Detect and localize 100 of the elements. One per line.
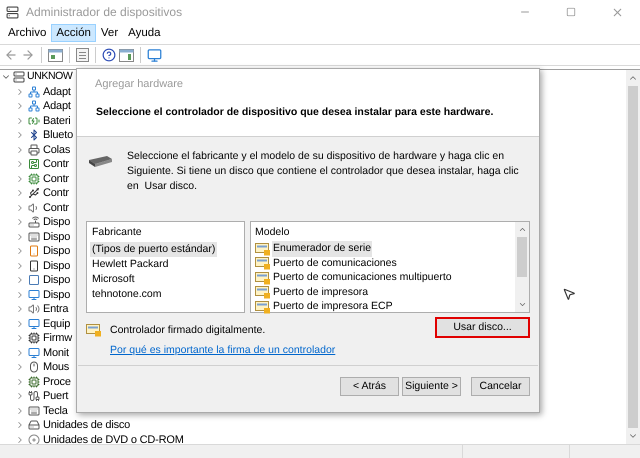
hard-drive-icon	[28, 419, 40, 432]
tree-item[interactable]: Bateri	[43, 112, 71, 129]
list-item[interactable]: Puerto de impresora ECP	[272, 299, 394, 316]
chip-icon	[28, 332, 40, 344]
scroll-thumb[interactable]	[628, 86, 638, 428]
wizard-button[interactable]: < Atrás	[340, 377, 399, 396]
keyboard-icon	[28, 230, 40, 243]
cursor-icon	[562, 287, 576, 301]
usb-icon	[28, 187, 40, 200]
properties-icon[interactable]	[76, 48, 89, 62]
phone-icon	[28, 260, 40, 272]
dialog-heading: Seleccione el controlador de dispositivo que desea instalar para este hardware.	[95, 104, 494, 120]
list-item[interactable]: Puerto de impresora	[272, 284, 370, 301]
tree-item[interactable]: Dispo	[43, 272, 70, 288]
menu-item[interactable]: Ayuda	[123, 24, 166, 42]
dialog-title: Agregar hardware	[95, 77, 184, 92]
tree-item[interactable]: Unidades de disco	[43, 417, 130, 434]
forward-icon[interactable]	[21, 48, 35, 62]
list-item[interactable]: Hewlett Packard	[90, 257, 170, 272]
port-icon	[255, 300, 271, 314]
instructions-text: Seleccione el fabricante y el modelo de su dispositivo de hardware y haga clic en Siguiente. Si tiene un disco que contiene el controlador que desea instalar, haga clic en Usar disco.	[127, 149, 520, 194]
model-list[interactable]: Modelo Enumerador de serie Puerto de comunicaciones Puerto de comunicaciones multipuerto Puerto de impresora Puerto de impresora ECP	[250, 221, 530, 313]
port-icon	[255, 257, 271, 270]
tree-item[interactable]: Dispo	[43, 286, 70, 303]
list-item[interactable]: Puerto de comunicaciones	[272, 256, 398, 272]
monitor-icon	[28, 318, 40, 330]
device-icon	[28, 216, 40, 228]
monitor-icon	[28, 288, 40, 301]
disk-drive-icon	[87, 154, 113, 168]
tree-item[interactable]: Proce	[43, 374, 71, 390]
window-title: Administrador de dispositivos	[26, 4, 182, 21]
list-item[interactable]: Enumerador de serie	[272, 241, 372, 258]
wizard-button[interactable]: Siguiente >	[402, 377, 461, 396]
list-item[interactable]: Microsoft	[90, 272, 137, 287]
column-header: Fabricante	[91, 225, 143, 240]
keyboard-icon	[28, 404, 40, 417]
menu-item[interactable]: Archivo	[3, 24, 52, 42]
port-icon	[255, 286, 271, 300]
scan-monitor-icon[interactable]	[147, 48, 162, 62]
wizard-button[interactable]: Cancelar	[471, 377, 530, 396]
tree-item[interactable]: Adapt	[43, 84, 71, 100]
help-icon[interactable]	[102, 48, 116, 62]
console-tree-icon[interactable]	[48, 48, 63, 62]
tree-item[interactable]: Contr	[43, 156, 69, 172]
column-header: Modelo	[255, 225, 290, 240]
menu-item[interactable]: Acción	[51, 24, 96, 42]
port-icon	[86, 324, 102, 338]
tree-item[interactable]: Blueto	[43, 127, 73, 144]
network-icon	[28, 86, 40, 98]
tree-item[interactable]: Contr	[43, 200, 69, 216]
bluetooth-icon	[28, 129, 40, 142]
list-item[interactable]: (Tipos de puerto estándar)	[90, 242, 218, 257]
use-disk-button[interactable]: Usar disco...	[435, 317, 530, 338]
tree-item[interactable]: Adapt	[43, 98, 71, 114]
phone-icon	[28, 245, 40, 258]
menu-item[interactable]: Ver	[96, 24, 124, 42]
tree-item[interactable]: Colas	[43, 142, 70, 158]
tree-item[interactable]: Dispo	[43, 258, 70, 274]
signature-link[interactable]: Por qué es importante la firma de un controlador	[110, 342, 435, 358]
disc-icon	[28, 434, 40, 446]
tree-item[interactable]: Firmw	[43, 330, 72, 346]
speaker-icon	[28, 303, 40, 316]
scrollbar[interactable]	[626, 70, 640, 444]
processor-icon	[28, 376, 40, 388]
tree-item[interactable]: Dispo	[43, 228, 70, 245]
battery-icon	[28, 114, 40, 127]
plug-icon	[28, 390, 40, 402]
tree-item[interactable]: Contr	[43, 185, 69, 202]
back-icon[interactable]	[4, 48, 18, 62]
tree-item[interactable]: Unidades de DVD o CD-ROM	[43, 432, 184, 448]
tree-item[interactable]: Dispo	[43, 214, 70, 230]
list-item[interactable]: Puerto de comunicaciones multipuerto	[272, 270, 453, 286]
list-scrollbar[interactable]	[515, 222, 529, 312]
scroll-thumb[interactable]	[517, 237, 527, 277]
close-icon	[610, 6, 624, 18]
tree-item[interactable]: Dispo	[43, 243, 70, 260]
circuit-board-icon	[28, 158, 40, 170]
app-icon	[6, 6, 19, 18]
manufacturer-list[interactable]: Fabricante (Tipos de puerto estándar) Hewlett Packard Microsoft tehnotone.com	[86, 221, 245, 313]
computer-icon	[13, 71, 25, 84]
list-item[interactable]: tehnotone.com	[90, 287, 164, 302]
scroll-up-icon[interactable]	[518, 225, 526, 234]
maximize-icon	[566, 7, 576, 17]
device-icon	[28, 274, 40, 286]
chip-icon	[28, 172, 40, 185]
port-icon	[255, 272, 271, 285]
panel-icon[interactable]	[119, 48, 134, 62]
tree-item[interactable]: UNKNOW	[27, 69, 72, 86]
tree-item[interactable]: Tecla	[43, 402, 68, 419]
scroll-down-icon[interactable]	[518, 300, 526, 309]
tree-item[interactable]: Puert	[43, 388, 68, 404]
monitor-icon	[28, 346, 40, 359]
network-icon	[28, 100, 40, 112]
speaker-icon	[28, 202, 40, 214]
tree-item[interactable]: Entra	[43, 301, 68, 318]
signed-note: Controlador firmado digitalmente.	[110, 323, 266, 338]
tree-item[interactable]: Contr	[43, 170, 69, 187]
tree-item[interactable]: Equip	[43, 316, 70, 332]
tree-item[interactable]: Mous	[43, 359, 70, 376]
tree-item[interactable]: Monit	[43, 344, 69, 361]
